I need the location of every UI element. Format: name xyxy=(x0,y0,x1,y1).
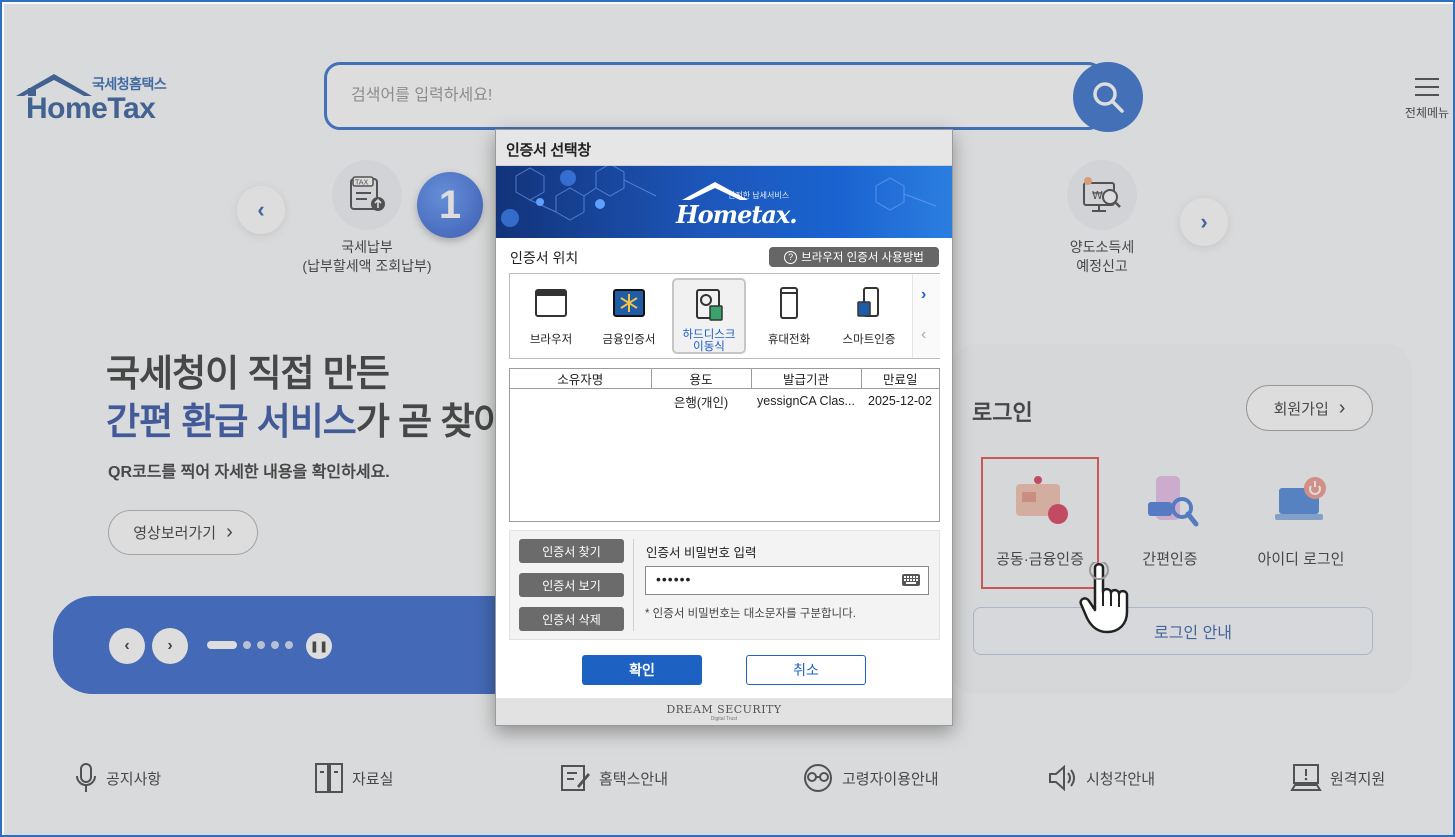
column-header-issuer[interactable]: 발급기관 xyxy=(751,369,862,389)
column-header-owner[interactable]: 소유자명 xyxy=(510,369,652,389)
table-row[interactable]: 은행(개인) yessignCA Clas... 2025-12-02 xyxy=(510,389,939,414)
password-note: * 인증서 비밀번호는 대소문자를 구분합니다. xyxy=(645,608,856,620)
question-icon: ? xyxy=(784,250,798,264)
storage-scroll: › ‹ xyxy=(912,274,940,358)
footer-brand: DREAM SECURITY xyxy=(666,703,782,716)
cell-usage: 은행(개인) xyxy=(673,395,729,410)
keyboard-icon[interactable] xyxy=(902,574,920,586)
footer-tagline: Digital Trust xyxy=(710,716,738,722)
harddisk-icon xyxy=(696,289,723,321)
smart-auth-icon xyxy=(857,287,879,317)
password-section: 인증서 찾기 인증서 보기 인증서 삭제 인증서 비밀번호 입력 •••••• … xyxy=(509,530,940,640)
password-input[interactable]: •••••• xyxy=(645,566,929,595)
cell-expiry: 2025-12-02 xyxy=(868,394,932,409)
storage-selector: 브라우저 금융인증서 하드디스크 이동식 휴대전화 스마트인증 › ‹ xyxy=(509,273,940,359)
storage-label: 휴대전화 xyxy=(767,334,811,346)
banner-brand-text: Hometax. xyxy=(676,200,798,229)
cancel-button[interactable]: 취소 xyxy=(746,655,866,685)
divider xyxy=(633,539,634,631)
dialog-title: 인증서 선택창 xyxy=(496,130,952,166)
help-button-label: 브라우저 인증서 사용방법 xyxy=(801,252,924,264)
storage-smart-auth[interactable]: 스마트인증 xyxy=(832,278,906,354)
confirm-button[interactable]: 확인 xyxy=(582,655,702,685)
chevron-left-icon[interactable]: ‹ xyxy=(921,326,926,344)
storage-harddisk[interactable]: 하드디스크 이동식 xyxy=(672,278,746,354)
view-cert-button[interactable]: 인증서 보기 xyxy=(519,573,624,597)
password-label: 인증서 비밀번호 입력 xyxy=(646,546,757,560)
location-label: 인증서 위치 xyxy=(510,250,579,266)
storage-label-1: 하드디스크 xyxy=(682,329,736,341)
browser-frame: 국세청홈택스 HomeTax 전체메뉴 ‹ TAX 국세납 xyxy=(0,0,1455,837)
storage-phone[interactable]: 휴대전화 xyxy=(752,278,826,354)
financial-cert-icon xyxy=(613,289,645,317)
delete-cert-button[interactable]: 인증서 삭제 xyxy=(519,607,624,631)
certificate-table: 소유자명 용도 발급기관 만료일 은행(개인) yessignCA Clas..… xyxy=(509,368,940,522)
storage-browser[interactable]: 브라우저 xyxy=(514,278,588,354)
storage-label: 금융인증서 xyxy=(602,334,656,346)
storage-label: 스마트인증 xyxy=(842,334,896,346)
cell-owner xyxy=(510,389,651,414)
storage-financial-cert[interactable]: 금융인증서 xyxy=(592,278,666,354)
chevron-right-icon[interactable]: › xyxy=(921,286,926,304)
dialog-banner: 안전한 납세서비스 Hometax. xyxy=(496,166,952,238)
location-row: 인증서 위치 ? 브라우저 인증서 사용방법 xyxy=(496,238,952,272)
hand-pointer-icon xyxy=(1079,562,1129,634)
certificate-dialog: 인증서 선택창 안전한 납세서비스 Hometax. 인증서 위치 ? 브라우저… xyxy=(495,129,953,726)
storage-label-2: 이동식 xyxy=(693,341,725,353)
dialog-footer: DREAM SECURITY Digital Trust xyxy=(496,698,952,725)
cell-issuer: yessignCA Clas... xyxy=(757,394,855,409)
column-header-expiry[interactable]: 만료일 xyxy=(861,369,939,389)
storage-label: 브라우저 xyxy=(529,334,573,346)
browser-icon xyxy=(535,289,567,317)
phone-icon xyxy=(780,287,798,319)
column-header-usage[interactable]: 용도 xyxy=(651,369,752,389)
find-cert-button[interactable]: 인증서 찾기 xyxy=(519,539,624,563)
browser-help-button[interactable]: ? 브라우저 인증서 사용방법 xyxy=(769,247,939,267)
